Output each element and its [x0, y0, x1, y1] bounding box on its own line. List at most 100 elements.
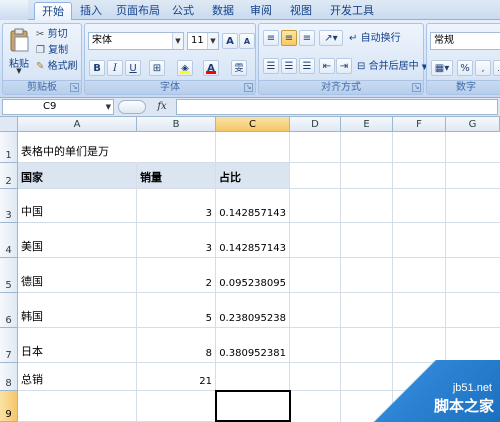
- cell-b9[interactable]: [137, 391, 216, 422]
- column-header-e[interactable]: E: [341, 117, 393, 132]
- decrease-indent-button[interactable]: ⇤: [319, 58, 335, 74]
- formula-bar-splitter[interactable]: [118, 100, 146, 114]
- font-size-select[interactable]: 11 ▼: [187, 32, 219, 50]
- fill-color-button[interactable]: ◈: [177, 60, 193, 76]
- row-header-1[interactable]: 1: [0, 132, 18, 163]
- row-header-5[interactable]: 5: [0, 258, 18, 293]
- column-header-a[interactable]: A: [18, 117, 137, 132]
- formula-input[interactable]: [176, 99, 498, 115]
- paste-dropdown-icon[interactable]: ▼: [6, 67, 32, 75]
- column-header-c[interactable]: C: [216, 117, 290, 132]
- cell-a9[interactable]: [18, 391, 137, 422]
- name-box[interactable]: C9 ▼: [2, 99, 114, 115]
- cell-c6[interactable]: 0.238095238: [216, 293, 290, 328]
- cell-c4[interactable]: 0.142857143: [216, 223, 290, 258]
- cell-b1[interactable]: [137, 132, 216, 163]
- percent-button[interactable]: %: [457, 60, 473, 76]
- shrink-font-button[interactable]: A: [239, 33, 255, 49]
- underline-button[interactable]: U: [125, 60, 141, 76]
- shrink-font-icon: A: [243, 37, 251, 46]
- increase-indent-button[interactable]: ⇥: [336, 58, 352, 74]
- cell-a2[interactable]: 国家: [18, 163, 137, 189]
- comma-style-button[interactable]: ,: [475, 60, 491, 76]
- office-button[interactable]: [0, 0, 28, 20]
- orientation-button[interactable]: ↗▾: [319, 30, 343, 46]
- number-format-select[interactable]: 常规: [430, 32, 500, 50]
- cell-b7[interactable]: 8: [137, 328, 216, 363]
- cell-c3[interactable]: 0.142857143: [216, 189, 290, 223]
- bold-button[interactable]: B: [89, 60, 105, 76]
- select-all-corner[interactable]: [0, 117, 18, 132]
- row-header-6[interactable]: 6: [0, 293, 18, 328]
- row-header-2[interactable]: 2: [0, 163, 18, 189]
- font-color-button[interactable]: A: [203, 60, 219, 76]
- paste-button[interactable]: 粘贴 ▼: [6, 27, 32, 79]
- tab-home[interactable]: 开始: [34, 2, 72, 21]
- font-launcher-icon[interactable]: ↘: [244, 83, 253, 92]
- cell-a8[interactable]: 总销: [18, 363, 137, 391]
- tab-developer[interactable]: 开发工具: [326, 2, 378, 20]
- cell-b4[interactable]: 3: [137, 223, 216, 258]
- tab-formulas[interactable]: 公式: [168, 2, 198, 20]
- tab-page-layout[interactable]: 页面布局: [112, 2, 164, 20]
- merge-center-button[interactable]: ⊟ 合并后居中 ▼: [357, 58, 427, 76]
- tab-insert[interactable]: 插入: [76, 2, 106, 20]
- align-center-button[interactable]: ☰: [281, 58, 297, 74]
- align-top-button[interactable]: ≡: [263, 30, 279, 46]
- cell-c5[interactable]: 0.095238095: [216, 258, 290, 293]
- cell-a3[interactable]: 中国: [18, 189, 137, 223]
- phonetic-button[interactable]: 雯: [231, 60, 247, 76]
- align-right-button[interactable]: ☰: [299, 58, 315, 74]
- column-header-b[interactable]: B: [137, 117, 216, 132]
- font-name-select[interactable]: 宋体 ▼: [88, 32, 184, 50]
- sales-value: 2: [205, 278, 212, 289]
- align-bottom-button[interactable]: ≡: [299, 30, 315, 46]
- cell-c7[interactable]: 0.380952381: [216, 328, 290, 363]
- row-header-9[interactable]: 9: [0, 391, 18, 422]
- font-color-swatch: [206, 71, 216, 74]
- increase-decimal-button[interactable]: .0: [493, 60, 500, 76]
- cell-c9[interactable]: [216, 391, 290, 422]
- cell-b6[interactable]: 5: [137, 293, 216, 328]
- grow-font-button[interactable]: A: [222, 33, 238, 49]
- align-middle-button[interactable]: ≡: [281, 30, 297, 46]
- column-header-f[interactable]: F: [393, 117, 446, 132]
- insert-function-button[interactable]: fx: [150, 100, 174, 114]
- cell-c1[interactable]: [216, 132, 290, 163]
- underline-icon: U: [129, 63, 137, 74]
- format-painter-button[interactable]: ✎ 格式刷: [36, 58, 78, 76]
- cell-a5[interactable]: 德国: [18, 258, 137, 293]
- header-country: 国家: [21, 171, 43, 184]
- cell-b8[interactable]: 21: [137, 363, 216, 391]
- alignment-launcher-icon[interactable]: ↘: [412, 83, 421, 92]
- cell-a1[interactable]: 表格中的单们是万: [18, 132, 137, 163]
- cell-a4[interactable]: 美国: [18, 223, 137, 258]
- cell-b3[interactable]: 3: [137, 189, 216, 223]
- percent-icon: %: [460, 63, 470, 74]
- row-header-4[interactable]: 4: [0, 223, 18, 258]
- column-header-d[interactable]: D: [290, 117, 341, 132]
- clipboard-launcher-icon[interactable]: ↘: [70, 83, 79, 92]
- row-header-8[interactable]: 8: [0, 363, 18, 391]
- tab-review[interactable]: 审阅: [246, 2, 276, 20]
- italic-button[interactable]: I: [107, 60, 123, 76]
- chevron-down-icon: ▼: [172, 33, 183, 49]
- sales-value: 5: [205, 313, 212, 324]
- cell-b5[interactable]: 2: [137, 258, 216, 293]
- tab-view[interactable]: 视图: [286, 2, 316, 20]
- cell-c2[interactable]: 占比: [216, 163, 290, 189]
- wrap-text-button[interactable]: ↵ 自动换行: [349, 30, 401, 48]
- cell-c8[interactable]: [216, 363, 290, 391]
- wrap-text-label: 自动换行: [360, 33, 401, 44]
- cell-a7[interactable]: 日本: [18, 328, 137, 363]
- row-header-7[interactable]: 7: [0, 328, 18, 363]
- cell-a6[interactable]: 韩国: [18, 293, 137, 328]
- orientation-icon: ↗▾: [324, 33, 338, 44]
- align-left-button[interactable]: ☰: [263, 58, 279, 74]
- column-header-g[interactable]: G: [446, 117, 500, 132]
- accounting-format-button[interactable]: ▦▾: [431, 60, 453, 76]
- cell-b2[interactable]: 销量: [137, 163, 216, 189]
- borders-button[interactable]: ⊞: [149, 60, 165, 76]
- row-header-3[interactable]: 3: [0, 189, 18, 223]
- tab-data[interactable]: 数据: [208, 2, 238, 20]
